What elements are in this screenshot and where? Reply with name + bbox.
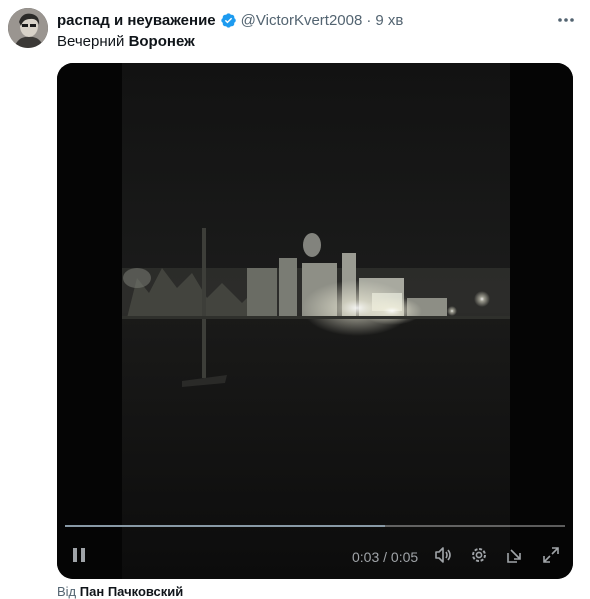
avatar[interactable] bbox=[8, 8, 48, 48]
video-controls: 0:03 / 0:05 bbox=[57, 537, 573, 577]
duration: 0:05 bbox=[390, 549, 419, 565]
tweet-text: Вечерний Воронеж bbox=[57, 32, 195, 52]
display-name[interactable]: распад и неуважение bbox=[57, 12, 216, 29]
fullscreen-icon[interactable] bbox=[539, 543, 563, 567]
timestamp[interactable]: 9 хв bbox=[375, 12, 403, 29]
video-attribution: Від Пан Пачковский bbox=[57, 584, 183, 599]
video-frame bbox=[57, 63, 573, 579]
separator-dot: · bbox=[366, 11, 372, 29]
more-options-icon[interactable] bbox=[554, 8, 578, 32]
video-player[interactable]: 0:03 / 0:05 bbox=[57, 63, 573, 579]
progress-fill bbox=[65, 525, 385, 527]
tweet-text-bold: Воронеж bbox=[128, 33, 195, 50]
tweet-text-plain: Вечерний bbox=[57, 33, 125, 50]
gear-icon[interactable] bbox=[467, 543, 491, 567]
tweet-header: распад и неуважение @VictorKvert2008 · 9… bbox=[57, 10, 403, 30]
time-separator: / bbox=[383, 549, 388, 565]
tweet-card[interactable]: распад и неуважение @VictorKvert2008 · 9… bbox=[0, 0, 590, 599]
current-time: 0:03 bbox=[352, 549, 380, 565]
progress-bar[interactable] bbox=[65, 525, 565, 527]
attribution-prefix: Від bbox=[57, 584, 77, 599]
popout-icon[interactable] bbox=[503, 543, 527, 567]
volume-icon[interactable] bbox=[431, 543, 455, 567]
author-handle[interactable]: @VictorKvert2008 bbox=[241, 12, 363, 29]
time-display: 0:03 / 0:05 bbox=[352, 549, 418, 565]
attribution-creator[interactable]: Пан Пачковский bbox=[80, 584, 184, 599]
verified-badge-icon bbox=[220, 12, 236, 28]
pause-icon[interactable] bbox=[67, 543, 91, 567]
avatar-image bbox=[8, 8, 48, 48]
